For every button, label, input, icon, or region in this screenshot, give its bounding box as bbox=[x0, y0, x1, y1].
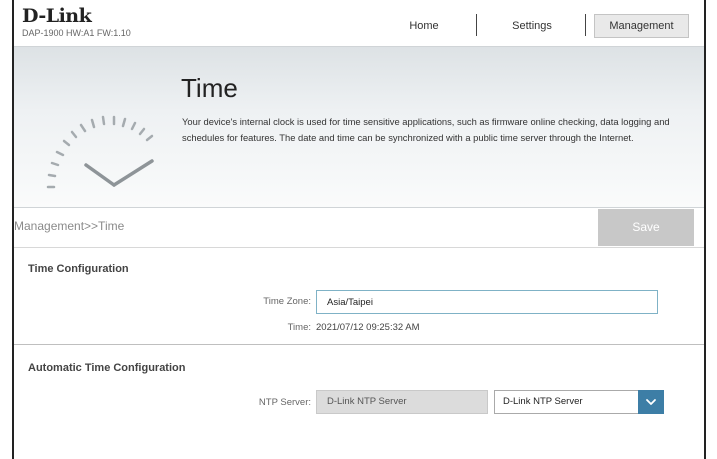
app-frame: D-Link DAP-1900 HW:A1 FW:1.10 Home Setti… bbox=[12, 0, 706, 459]
nav-management[interactable]: Management bbox=[594, 14, 689, 38]
breadcrumb: Management>>Time bbox=[14, 219, 125, 233]
breadcrumb-row: Management>>Time Save bbox=[14, 208, 704, 248]
nav-separator bbox=[585, 14, 586, 36]
time-label: Time: bbox=[287, 322, 311, 333]
brand-logo[interactable]: D-Link bbox=[22, 5, 92, 27]
clock-icon bbox=[46, 115, 154, 189]
time-zone-input[interactable] bbox=[316, 290, 658, 314]
ntp-server-select[interactable]: D-Link NTP Server bbox=[494, 390, 664, 414]
ntp-server-label: NTP Server: bbox=[258, 397, 311, 408]
page-banner: Time Your device's internal clock is use… bbox=[14, 46, 704, 208]
ntp-server-field: D-Link NTP Server bbox=[316, 390, 488, 414]
dropdown-toggle[interactable] bbox=[638, 390, 664, 414]
top-bar: D-Link DAP-1900 HW:A1 FW:1.10 Home Setti… bbox=[14, 0, 704, 46]
auto-time-heading: Automatic Time Configuration bbox=[28, 362, 186, 374]
time-config-heading: Time Configuration bbox=[28, 263, 129, 275]
nav-separator bbox=[476, 14, 477, 36]
chevron-down-icon bbox=[646, 399, 656, 405]
nav-home[interactable]: Home bbox=[394, 14, 454, 38]
model-info: DAP-1900 HW:A1 FW:1.10 bbox=[22, 28, 131, 38]
ntp-server-selected: D-Link NTP Server bbox=[503, 396, 583, 407]
page-description: Your device's internal clock is used for… bbox=[182, 116, 670, 143]
nav-settings[interactable]: Settings bbox=[492, 14, 572, 38]
save-button[interactable]: Save bbox=[598, 209, 694, 246]
current-time-value: 2021/07/12 09:25:32 AM bbox=[316, 322, 420, 333]
page-title: Time bbox=[181, 73, 238, 103]
time-zone-label: Time Zone: bbox=[263, 296, 311, 307]
section-divider bbox=[14, 344, 704, 345]
